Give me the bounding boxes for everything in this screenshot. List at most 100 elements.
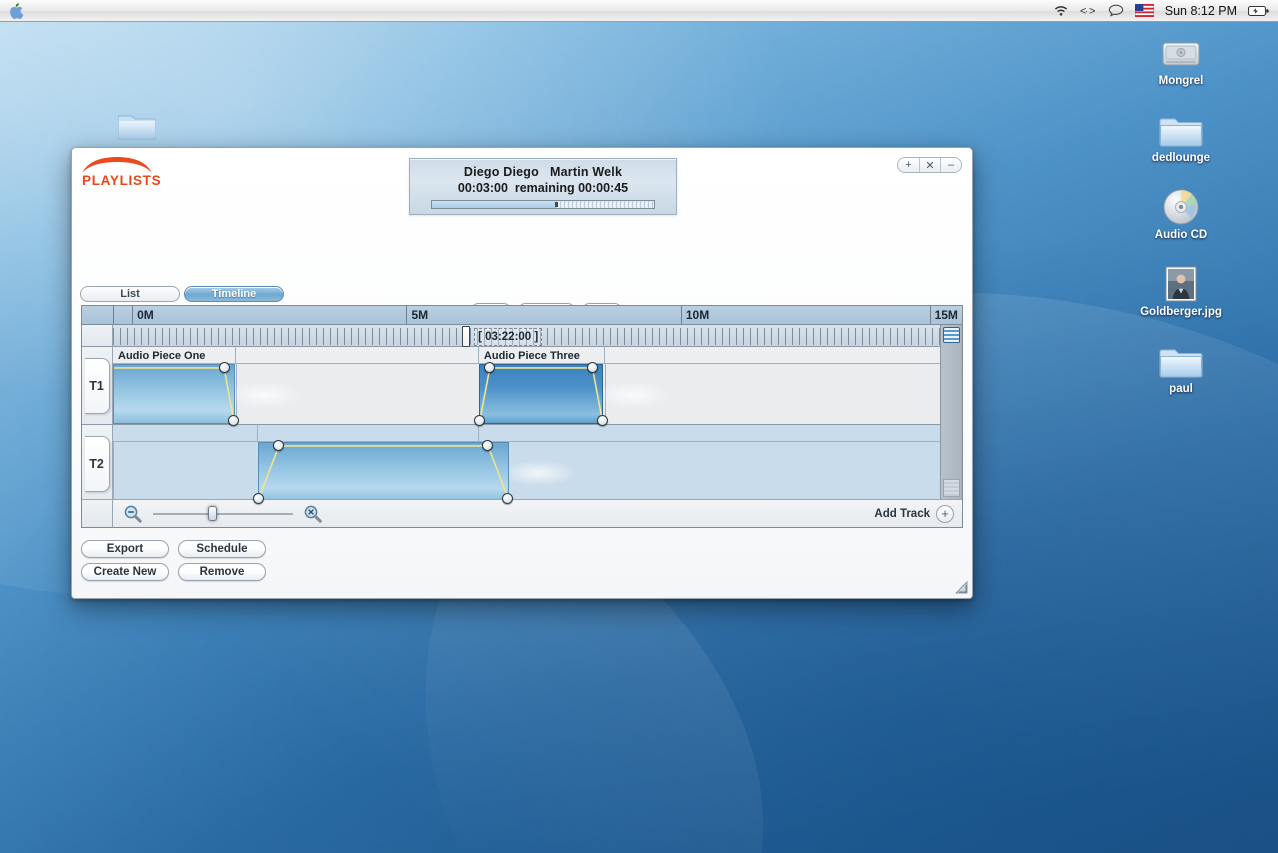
timeline-vertical-scrollbar[interactable]	[940, 325, 962, 499]
desktop-icon-list: Mongrel dedlounge Audio CD Goldberger.jp…	[1120, 28, 1242, 413]
clip-title: Audio Piece Three	[479, 347, 605, 364]
track-label: T2	[84, 435, 110, 492]
fade-in-end-handle[interactable]	[273, 440, 285, 451]
desktop-icon-audio-cd[interactable]: Audio CD	[1120, 182, 1242, 242]
ruler-tick	[132, 306, 134, 324]
clip-title	[236, 347, 479, 364]
desktop-icon-dedlounge[interactable]: dedlounge	[1120, 105, 1242, 165]
desktop-icon-paul[interactable]: paul	[1120, 336, 1242, 396]
now-playing-panel: Diego Diego Martin Welk 00:03:00 remaini…	[409, 158, 677, 215]
chat-bubble-icon[interactable]	[1108, 4, 1124, 17]
app-name: PLAYLISTS	[82, 173, 162, 188]
battery-icon[interactable]	[1248, 5, 1270, 17]
svg-text:·: ·	[1085, 6, 1088, 16]
remove-button[interactable]: Remove	[178, 563, 266, 581]
create-new-button[interactable]: Create New	[81, 563, 169, 581]
clip-glow	[500, 460, 577, 487]
apple-logo-icon[interactable]	[9, 2, 24, 19]
clip-title	[605, 347, 962, 364]
track-clip-title-lane	[113, 425, 962, 442]
clip-glow	[226, 382, 303, 409]
window-close-button[interactable]: ✕	[919, 158, 940, 172]
schedule-button[interactable]: Schedule	[178, 540, 266, 558]
track-lane[interactable]	[113, 362, 962, 426]
desktop-icon-label: Audio CD	[1154, 229, 1208, 241]
track-header-t1[interactable]: T1	[82, 347, 113, 424]
ruler-tick	[929, 306, 931, 324]
menu-bar-status-items: < · > Sun 8:12 PM	[1053, 4, 1278, 18]
hard-drive-icon	[1120, 28, 1242, 72]
plus-icon[interactable]: +	[936, 504, 954, 523]
wifi-icon[interactable]	[1053, 4, 1069, 17]
window-footer-actions: Export Schedule Create New Remove	[81, 540, 266, 586]
timeline-ruler[interactable]: 0M 5M 10M 15M	[82, 306, 962, 325]
clip-title: Audio Piece One	[113, 347, 237, 364]
logo-arc-icon	[80, 156, 210, 174]
ruler-label: 15M	[934, 308, 958, 322]
magnifier-plus-icon[interactable]	[303, 505, 323, 523]
bluetooth-display-icon[interactable]: < · >	[1080, 5, 1097, 17]
ruler-label: 0M	[137, 308, 154, 322]
ruler-label: 10M	[685, 308, 710, 322]
track-label: T1	[84, 357, 110, 414]
svg-text:>: >	[1089, 5, 1095, 17]
desktop-icon-goldberger-jpg[interactable]: Goldberger.jpg	[1120, 259, 1242, 319]
lane-gridline	[113, 442, 114, 502]
window-maximize-button[interactable]: +	[898, 158, 919, 172]
window-resize-handle[interactable]	[954, 580, 968, 594]
timeline-track-row[interactable]: T2	[82, 425, 962, 504]
tab-timeline[interactable]: Timeline	[184, 286, 284, 302]
playlists-window: + ✕ – PLAYLISTS Diego Diego Martin Welk …	[71, 147, 973, 599]
desktop-icon-label: paul	[1169, 383, 1193, 395]
scrollbar-track-pad[interactable]	[943, 479, 960, 497]
now-playing-progress-bar[interactable]	[431, 200, 655, 209]
playhead-time-readout: [ 03:22:00 ]	[474, 328, 543, 346]
desktop-icon-background-folder[interactable]	[117, 110, 157, 146]
ruler-tick	[406, 306, 408, 324]
compact-disc-icon	[1120, 182, 1242, 226]
app-logo: PLAYLISTS	[80, 156, 210, 188]
now-playing-title: Diego Diego Martin Welk	[463, 165, 623, 179]
menu-bar: < · > Sun 8:12 PM	[0, 0, 1278, 22]
photo-thumbnail-icon	[1120, 259, 1242, 303]
playhead-handle[interactable]	[462, 326, 471, 347]
window-controls: + ✕ –	[897, 157, 962, 173]
menu-bar-clock[interactable]: Sun 8:12 PM	[1165, 4, 1237, 18]
clip-title	[479, 425, 962, 442]
us-flag-icon[interactable]	[1134, 4, 1154, 17]
folder-icon	[1120, 105, 1242, 149]
desktop-icon-mongrel[interactable]: Mongrel	[1120, 28, 1242, 88]
zoom-slider-thumb[interactable]	[207, 506, 217, 521]
window-minimize-button[interactable]: –	[940, 158, 961, 172]
track-lane[interactable]	[113, 440, 962, 504]
timeline-track-rows: T1 Audio Piece One Audio Piece Three T2	[82, 347, 962, 504]
clip-title	[258, 425, 479, 442]
desktop-icon-label: Mongrel	[1158, 75, 1204, 87]
now-playing-time: 00:03:00 remaining 00:00:45	[457, 181, 629, 195]
add-track-label: Add Track	[874, 507, 930, 520]
timeline-bottom-bar: Add Track +	[82, 499, 962, 527]
track-header-t2[interactable]: T2	[82, 425, 113, 502]
timeline-zoom-slider[interactable]	[153, 506, 293, 521]
clip-title	[113, 425, 258, 442]
ruler-label: 5M	[411, 308, 429, 322]
desktop-icon-label: dedlounge	[1151, 152, 1211, 164]
clip-glow	[594, 382, 672, 409]
export-button[interactable]: Export	[81, 540, 169, 558]
ruler-tick	[680, 306, 682, 324]
fade-out-start-handle[interactable]	[218, 362, 230, 373]
audio-clip[interactable]	[253, 440, 514, 504]
magnifier-minus-icon[interactable]	[123, 505, 143, 523]
add-track-control[interactable]: Add Track +	[874, 504, 962, 523]
fade-out-start-handle[interactable]	[586, 362, 598, 373]
timeline-track-row[interactable]: T1 Audio Piece One Audio Piece Three	[82, 347, 962, 426]
tab-list[interactable]: List	[80, 286, 180, 302]
desktop-icon-label: Goldberger.jpg	[1140, 306, 1222, 318]
view-tabs: List Timeline	[80, 286, 284, 302]
track-clip-title-lane: Audio Piece One Audio Piece Three	[113, 347, 962, 364]
timeline-panel: 0M 5M 10M 15M [ 03:22:00 ] T1 Audio Piece On…	[81, 305, 963, 528]
scrollbar-thumb[interactable]	[943, 327, 960, 343]
fade-out-end-handle[interactable]	[596, 415, 608, 426]
audio-clip[interactable]	[113, 362, 240, 426]
audio-clip[interactable]	[474, 362, 608, 426]
